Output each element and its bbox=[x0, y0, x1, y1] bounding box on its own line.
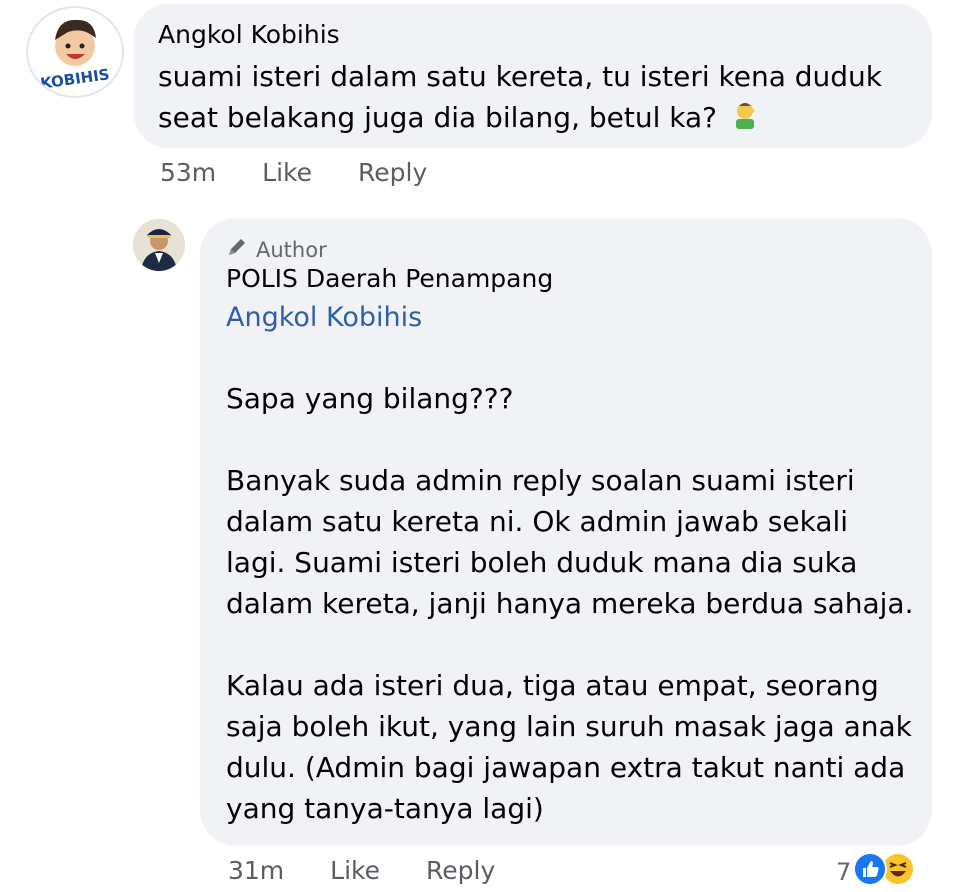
police-officer-avatar-icon bbox=[133, 219, 185, 271]
reply-like-button[interactable]: Like bbox=[330, 856, 380, 885]
comment-reply-button[interactable]: Reply bbox=[358, 158, 427, 187]
reaction-count: 7 bbox=[836, 858, 852, 886]
reply-paragraph: Banyak suda admin reply soalan suami ist… bbox=[226, 464, 914, 620]
reply-paragraph: Sapa yang bilang??? bbox=[226, 382, 514, 415]
comment-like-button[interactable]: Like bbox=[262, 158, 312, 187]
comment-meta: 53m Like Reply bbox=[160, 158, 473, 187]
comment-bubble: Angkol Kobihis suami isteri dalam satu k… bbox=[134, 4, 932, 148]
reply-reply-button[interactable]: Reply bbox=[426, 856, 495, 885]
comment-text: suami isteri dalam satu kereta, tu ister… bbox=[158, 56, 918, 140]
svg-text:KOBIHIS: KOBIHIS bbox=[39, 65, 110, 93]
reply-meta: 31m Like Reply bbox=[228, 856, 541, 885]
comment-timestamp[interactable]: 53m bbox=[160, 158, 216, 187]
comment-body: suami isteri dalam satu kereta, tu ister… bbox=[158, 60, 883, 134]
kobihis-logo-icon: KOBIHIS bbox=[39, 19, 111, 93]
face-palm-emoji bbox=[730, 99, 760, 140]
comment-author-name[interactable]: Angkol Kobihis bbox=[158, 20, 340, 49]
replier-avatar[interactable] bbox=[133, 219, 185, 271]
reaction-summary[interactable]: 7 bbox=[836, 852, 916, 892]
commenter-avatar[interactable]: KOBIHIS bbox=[26, 6, 124, 98]
reply-author-name[interactable]: POLIS Daerah Penampang bbox=[226, 264, 553, 293]
pencil-icon bbox=[226, 236, 248, 263]
reply-bubble: Author POLIS Daerah Penampang Angkol Kob… bbox=[200, 218, 932, 846]
author-badge-label: Author bbox=[256, 237, 327, 262]
author-badge: Author bbox=[226, 236, 327, 263]
reply-timestamp[interactable]: 31m bbox=[228, 856, 284, 885]
reply-text: Sapa yang bilang??? Banyak suda admin re… bbox=[226, 378, 916, 829]
like-reaction-icon bbox=[853, 852, 888, 892]
mention-link[interactable]: Angkol Kobihis bbox=[226, 302, 422, 333]
reply-paragraph: Kalau ada isteri dua, tiga atau empat, s… bbox=[226, 669, 912, 825]
